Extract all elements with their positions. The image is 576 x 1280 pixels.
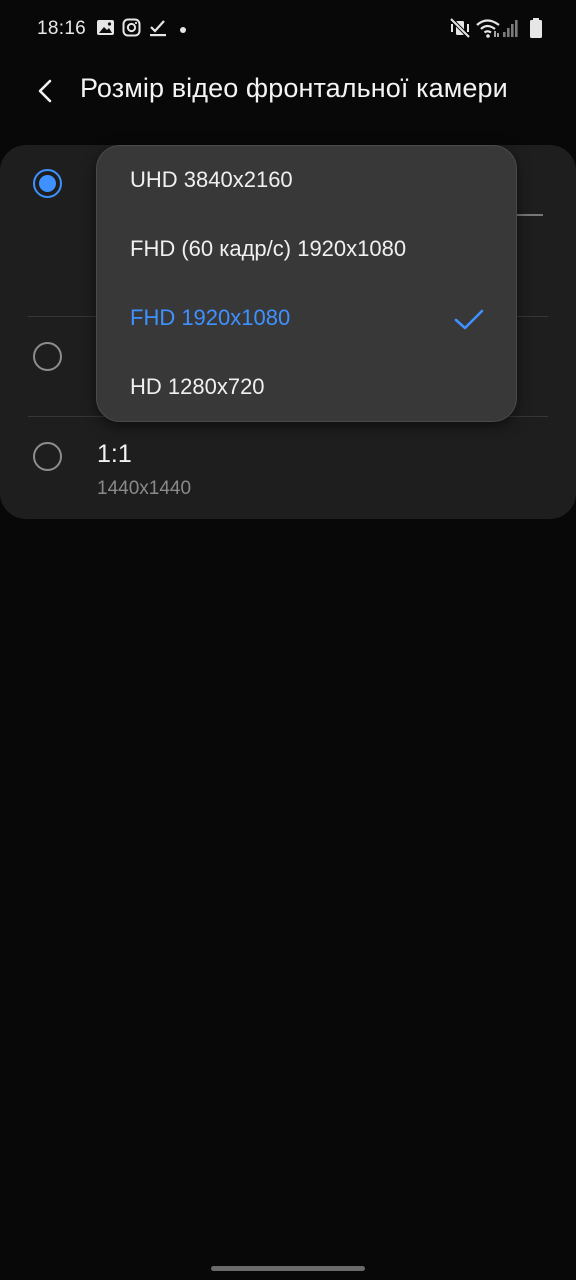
radio-button-option-2[interactable] (33, 342, 62, 371)
notification-dot-icon (178, 22, 188, 33)
dropdown-item-hd[interactable]: HD 1280x720 (97, 354, 516, 423)
dropdown-item-label: HD 1280x720 (130, 374, 265, 399)
dropdown-item-fhd-60fps[interactable]: FHD (60 кадр/с) 1920x1080 (97, 216, 516, 285)
gallery-icon (96, 18, 116, 38)
gesture-navigation-handle[interactable] (211, 1266, 365, 1271)
radio-button-option-3[interactable] (33, 442, 62, 471)
dropdown-item-label: UHD 3840x2160 (130, 167, 293, 192)
instagram-icon (122, 18, 142, 38)
dropdown-item-label: FHD 1920x1080 (130, 305, 291, 330)
option-subtitle: 1440x1440 (97, 478, 192, 499)
option-title: 1:1 (97, 440, 132, 468)
mute-vibrate-icon (449, 16, 471, 45)
dropdown-item-fhd[interactable]: FHD 1920x1080 (97, 285, 516, 354)
resolution-dropdown-menu: UHD 3840x2160 FHD (60 кадр/с) 1920x1080 … (96, 145, 517, 422)
partially-hidden-divider (517, 214, 543, 216)
chevron-left-icon (38, 79, 52, 103)
wifi-icon (475, 16, 501, 45)
radio-button-option-1[interactable] (33, 169, 62, 198)
dropdown-item-uhd[interactable]: UHD 3840x2160 (97, 147, 516, 216)
cellular-signal-icon (502, 16, 520, 45)
dropdown-item-label: FHD (60 кадр/с) 1920x1080 (130, 236, 407, 261)
app-bar: Розмір відео фронтальної камери (0, 58, 576, 122)
task-check-icon (148, 18, 168, 38)
checkmark-icon (454, 309, 484, 330)
status-bar: 18:16 (0, 0, 576, 58)
status-time: 18:16 (37, 18, 87, 39)
back-button[interactable] (26, 72, 64, 110)
battery-icon (529, 16, 543, 45)
page-title: Розмір відео фронтальної камери (80, 73, 508, 103)
